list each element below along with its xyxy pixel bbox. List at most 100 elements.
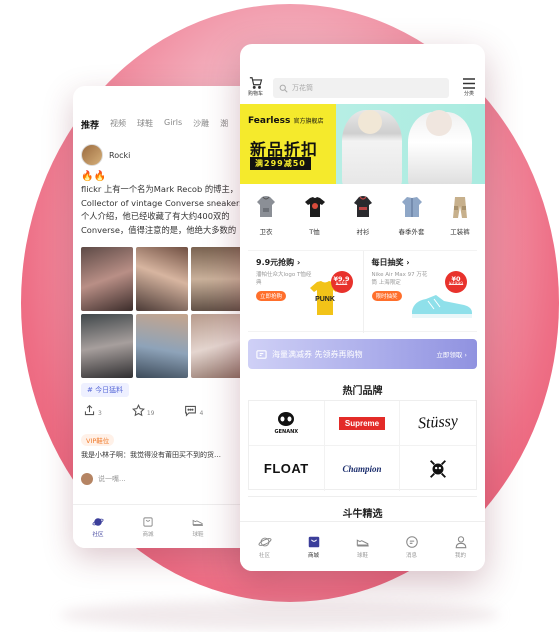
category-label: 春季外套 <box>398 228 425 236</box>
category-label: 衬衫 <box>356 228 370 236</box>
promo-subtitle: Nike Air Max 97 万花筒 上海限定 <box>371 272 428 286</box>
nav-sneakers[interactable]: 球鞋 <box>192 516 204 538</box>
hoodie-icon <box>257 196 275 217</box>
star-count: 19 <box>146 410 155 417</box>
nav-profile[interactable]: 我的 <box>454 535 468 559</box>
cart-button[interactable]: 购物车 <box>248 76 263 97</box>
search-input[interactable]: 万花筒 <box>273 78 449 98</box>
comment-count: 4 <box>199 410 204 417</box>
nav-label: 球鞋 <box>192 531 204 538</box>
promo-cards: 9.9元抢购 › 潘帕仕众大logo T恤经典 立即抢购 PUNK ¥9.9 ¥1… <box>248 250 478 333</box>
promo-title-text: 每日抽奖 <box>371 258 404 267</box>
category-tshirt[interactable]: T恤 <box>297 194 333 236</box>
brand-skull[interactable] <box>400 446 476 491</box>
category-label: 卫衣 <box>259 228 273 236</box>
nav-community[interactable]: 社区 <box>92 516 104 538</box>
brand-stussy[interactable]: Stüssy <box>400 401 476 446</box>
sneaker-icon <box>192 519 203 526</box>
tab-girls[interactable]: Girls <box>164 118 182 131</box>
nav-label: 球鞋 <box>356 552 368 559</box>
tab-sneakers[interactable]: 球鞋 <box>137 118 153 131</box>
post-image[interactable] <box>191 247 243 311</box>
promo-banner[interactable]: Fearless 官方旗舰店 新品折扣 满299减50 <box>240 104 485 184</box>
brand-float[interactable]: FLOAT <box>249 446 325 491</box>
topic-tag[interactable]: # 今日猛料 <box>81 383 130 397</box>
post-image[interactable] <box>81 314 133 378</box>
promo-title: 9.9元抢购 › <box>256 258 301 267</box>
mall-header: 购物车 万花筒 分类 <box>240 74 485 102</box>
category-cargo-pants[interactable]: 工装裤 <box>442 194 478 236</box>
buy-now-button[interactable]: 立即抢购 <box>256 291 287 301</box>
post-image-grid <box>81 247 247 378</box>
shop-icon <box>143 516 153 527</box>
banner-model-head <box>358 110 382 134</box>
coupon-icon <box>256 349 267 359</box>
search-icon <box>279 84 288 93</box>
category-hoodie[interactable]: 卫衣 <box>248 194 284 236</box>
banner-brand: Fearless 官方旗舰店 <box>248 116 323 126</box>
nav-label: 商城 <box>142 531 154 538</box>
category-menu-button[interactable]: 分类 <box>462 77 476 97</box>
star-icon <box>131 404 145 417</box>
flash-sale-card[interactable]: 9.9元抢购 › 潘帕仕众大logo T恤经典 立即抢购 PUNK ¥9.9 ¥1… <box>248 251 363 333</box>
user-icon <box>455 535 466 548</box>
cart-icon <box>249 77 262 89</box>
old-price: ¥4999 <box>448 282 464 287</box>
post-image[interactable] <box>81 247 133 311</box>
post-image[interactable] <box>136 314 188 378</box>
pants-icon <box>453 197 467 218</box>
post-line: 个人介绍，他已经收藏了有大约400双的 <box>81 211 230 222</box>
mall-bottom-nav: 社区 商城 球鞋 消息 我的 <box>240 521 485 571</box>
message-icon <box>405 535 418 548</box>
post-line: Collector of vintage Converse sneakers <box>81 197 244 208</box>
post-actions: 3 19 4 <box>83 404 203 417</box>
banner-brand-cn: 官方旗舰店 <box>293 118 324 125</box>
coupon-banner[interactable]: 海量满减券 先领券再购物 立即领取 › <box>248 339 477 369</box>
nav-messages[interactable]: 消息 <box>405 535 419 559</box>
alien-icon <box>278 412 295 426</box>
share-icon <box>84 404 95 416</box>
draw-button[interactable]: 限时抽奖 <box>371 291 402 301</box>
promo-stage: 推荐 视频 球鞋 Girls 沙雕 潮 Rocki 🔥🔥 flickr 上有一个… <box>0 0 560 632</box>
category-jacket[interactable]: 春季外套 <box>394 194 430 236</box>
phone-shadow <box>60 600 500 630</box>
nav-label: 社区 <box>258 552 270 559</box>
share-button[interactable]: 3 <box>83 404 102 417</box>
shirt-icon <box>354 196 372 217</box>
brand-supreme[interactable]: Supreme <box>324 401 401 446</box>
comment-button[interactable]: 4 <box>184 404 203 417</box>
tab-video[interactable]: 视频 <box>110 118 126 131</box>
tab-funny[interactable]: 沙雕 <box>193 118 209 131</box>
comment-input[interactable]: 说一嘴... <box>81 473 126 485</box>
banner-brand-name: Fearless <box>248 116 291 126</box>
sneaker-icon <box>356 538 369 546</box>
category-row: 卫衣 T恤 衬衫 春季外套 工装裤 <box>248 194 478 236</box>
post-username[interactable]: Rocki <box>109 151 130 160</box>
post-image[interactable] <box>191 314 243 378</box>
coupon-action[interactable]: 立即领取 › <box>436 349 467 359</box>
post-text[interactable]: flickr 上有一个名为Mark Recob 的博主， Collector o… <box>81 183 251 237</box>
tab-trend[interactable]: 潮 <box>220 118 228 131</box>
planet-icon <box>257 537 272 546</box>
post-image[interactable] <box>136 247 188 311</box>
daily-draw-card[interactable]: 每日抽奖 › Nike Air Max 97 万花筒 上海限定 限时抽奖 ¥0 ¥… <box>362 251 478 333</box>
brand-genanx[interactable]: GENANX <box>249 401 325 446</box>
nav-sneakers[interactable]: 球鞋 <box>356 535 370 559</box>
promo-title-text: 9.9元抢购 <box>256 258 295 267</box>
promo-title: 每日抽奖 › <box>371 258 410 267</box>
coupon-text: 海量满减券 先领券再购物 <box>272 349 363 359</box>
menu-icon <box>463 78 475 89</box>
category-shirt[interactable]: 衬衫 <box>345 194 381 236</box>
genanx-logo: GENANX <box>275 411 298 435</box>
avatar[interactable] <box>81 144 103 166</box>
nav-community[interactable]: 社区 <box>257 535 272 559</box>
post-line: flickr 上有一个名为Mark Recob 的博主， <box>81 184 239 194</box>
top-comment[interactable]: 我是小林子啊：我觉得没有莆田买不到的货… <box>81 450 221 460</box>
star-button[interactable]: 19 <box>131 404 155 417</box>
tab-recommend[interactable]: 推荐 <box>81 118 99 131</box>
post-author[interactable]: Rocki <box>81 144 130 166</box>
nav-shop[interactable]: 商城 <box>142 516 154 538</box>
brand-champion[interactable]: Champion <box>325 446 401 491</box>
jacket-icon <box>401 197 422 217</box>
nav-shop[interactable]: 商城 <box>307 535 321 559</box>
